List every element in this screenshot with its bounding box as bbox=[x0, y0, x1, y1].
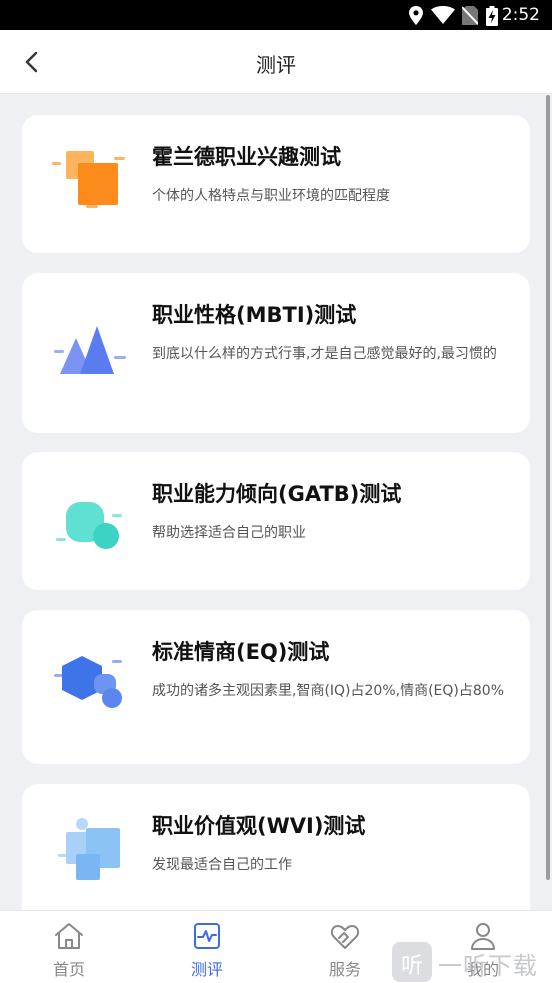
location-icon bbox=[409, 6, 423, 25]
battery-charging-icon bbox=[486, 6, 498, 26]
tab-label: 测评 bbox=[190, 960, 223, 979]
card-eq-test[interactable]: 标准情商(EQ)测试 成功的诸多主观因素里,智商(IQ)占20%,情商(EQ)占… bbox=[22, 610, 530, 764]
page-title: 测评 bbox=[256, 53, 296, 77]
blue-hexagon-icon bbox=[54, 656, 122, 708]
card-wvi-test[interactable]: 职业价值观(WVI)测试 发现最适合自己的工作 bbox=[22, 784, 530, 910]
header: 测评 bbox=[0, 30, 552, 94]
no-sim-icon bbox=[462, 6, 478, 25]
scrollbar[interactable] bbox=[546, 95, 550, 880]
card-description: 到底以什么样的方式行事,才是自己感觉最好的,最习惯的 bbox=[152, 346, 497, 362]
pulse-chart-icon bbox=[194, 923, 220, 949]
card-mbti-test[interactable]: 职业性格(MBTI)测试 到底以什么样的方式行事,才是自己感觉最好的,最习惯的 bbox=[22, 273, 530, 433]
teal-bubbles-icon bbox=[56, 502, 122, 549]
test-list: 霍兰德职业兴趣测试 个体的人格特点与职业环境的匹配程度 职业性格(MBTI)测试… bbox=[0, 95, 552, 910]
card-title: 职业性格(MBTI)测试 bbox=[152, 303, 357, 327]
tab-label: 我的 bbox=[466, 960, 499, 979]
card-description: 成功的诸多主观因素里,智商(IQ)占20%,情商(EQ)占80% bbox=[152, 683, 504, 699]
card-gatb-test[interactable]: 职业能力倾向(GATB)测试 帮助选择适合自己的职业 bbox=[22, 452, 530, 590]
tab-mine[interactable]: 我的 bbox=[414, 911, 552, 983]
card-description: 帮助选择适合自己的职业 bbox=[152, 525, 306, 541]
card-title: 标准情商(EQ)测试 bbox=[152, 640, 330, 664]
bottom-tab-bar: 首页 测评 服务 我的 bbox=[0, 910, 552, 983]
card-title: 霍兰德职业兴趣测试 bbox=[152, 145, 341, 169]
card-description: 发现最适合自己的工作 bbox=[152, 857, 292, 873]
handshake-icon bbox=[330, 925, 360, 949]
wifi-icon bbox=[431, 6, 455, 24]
home-icon bbox=[55, 923, 83, 949]
card-title: 职业能力倾向(GATB)测试 bbox=[152, 482, 402, 506]
card-title: 职业价值观(WVI)测试 bbox=[152, 814, 366, 838]
tab-assessment[interactable]: 测评 bbox=[138, 911, 276, 983]
status-bar: 2:52 bbox=[0, 0, 552, 30]
light-blue-blocks-icon bbox=[58, 818, 120, 880]
blue-mountains-icon bbox=[54, 326, 126, 374]
card-description: 个体的人格特点与职业环境的匹配程度 bbox=[152, 188, 390, 204]
tab-label: 服务 bbox=[328, 960, 361, 979]
status-time: 2:52 bbox=[501, 5, 540, 25]
tab-home[interactable]: 首页 bbox=[0, 911, 138, 983]
tab-label: 首页 bbox=[52, 960, 85, 979]
user-icon bbox=[471, 923, 495, 950]
tab-service[interactable]: 服务 bbox=[276, 911, 414, 983]
card-holland-test[interactable]: 霍兰德职业兴趣测试 个体的人格特点与职业环境的匹配程度 bbox=[22, 115, 530, 253]
orange-squares-icon bbox=[52, 151, 125, 208]
